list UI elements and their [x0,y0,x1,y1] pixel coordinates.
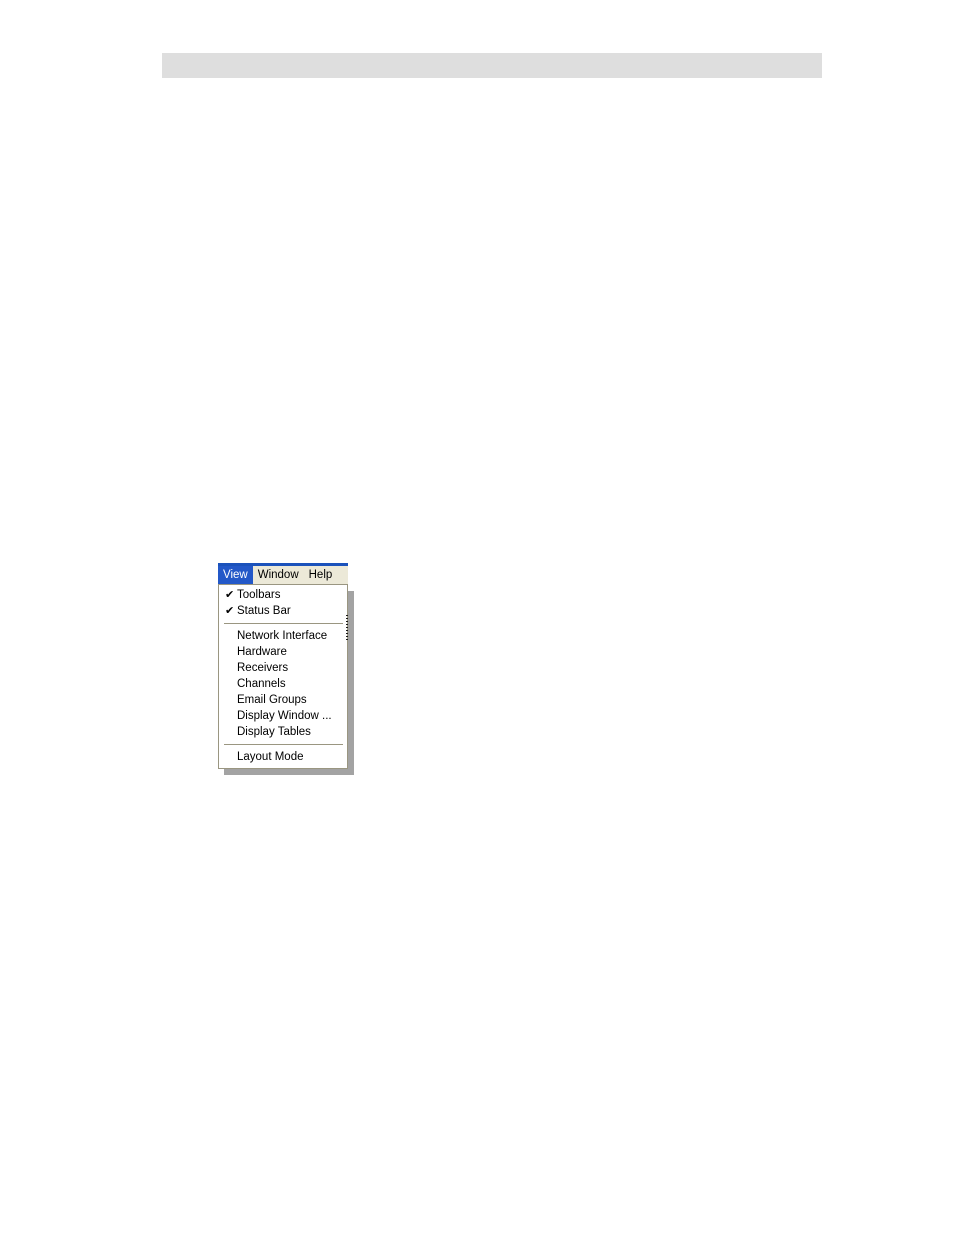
view-dropdown-menu: ✔ Toolbars ✔ Status Bar Network Interfac… [218,584,348,769]
menu-item-label: Hardware [237,646,287,658]
view-menu-widget: View Window Help ✔ Toolbars ✔ Status Bar… [218,563,354,775]
menu-item-display-window[interactable]: Display Window ... [219,708,347,724]
page-header-banner [162,53,822,78]
checkmark-icon: ✔ [225,588,235,601]
menu-item-layout-mode[interactable]: Layout Mode [219,749,347,765]
scan-artifact [346,615,348,641]
menu-separator [224,623,343,624]
menu-item-status-bar[interactable]: ✔ Status Bar [219,603,347,619]
checkmark-icon: ✔ [225,604,235,617]
menu-item-display-tables[interactable]: Display Tables [219,724,347,740]
menu-item-label: Status Bar [237,605,291,617]
menu-item-label: Display Tables [237,726,311,738]
menu-item-channels[interactable]: Channels [219,676,347,692]
menu-item-hardware[interactable]: Hardware [219,644,347,660]
menu-item-email-groups[interactable]: Email Groups [219,692,347,708]
menu-separator [224,744,343,745]
menu-item-receivers[interactable]: Receivers [219,660,347,676]
menu-item-label: Email Groups [237,694,307,706]
menu-item-label: Toolbars [237,589,281,601]
menu-bar: View Window Help [218,563,348,585]
menu-item-toolbars[interactable]: ✔ Toolbars [219,587,347,603]
menu-item-label: Channels [237,678,286,690]
menubar-item-view[interactable]: View [218,566,253,585]
menubar-item-window[interactable]: Window [253,566,304,585]
menu-item-label: Display Window ... [237,710,332,722]
menu-item-network-interface[interactable]: Network Interface [219,628,347,644]
menu-item-label: Receivers [237,662,289,674]
menu-item-label: Network Interface [237,630,328,642]
menu-item-label: Layout Mode [237,751,304,763]
menubar-item-help[interactable]: Help [304,566,338,585]
